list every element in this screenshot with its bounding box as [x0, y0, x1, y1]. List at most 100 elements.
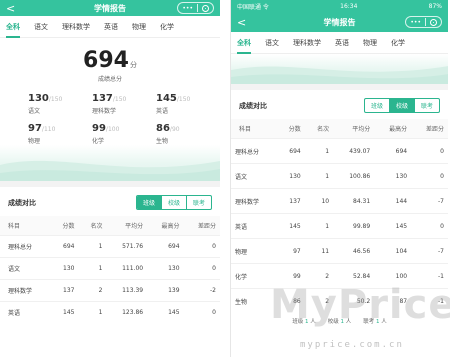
table-cell: 46.56	[333, 238, 375, 264]
table-cell: 1	[78, 235, 107, 258]
miniapp-capsule[interactable]: •••	[177, 2, 214, 14]
tab-physics[interactable]: 物理	[132, 18, 146, 36]
right-phone-screen: 中国联通 令 16:34 87% < 学情报告 ••• 全科 语文 理科数学 英…	[230, 0, 448, 357]
table-cell: 694	[374, 138, 412, 164]
tab-math[interactable]: 理科数学	[62, 18, 90, 36]
compare-header: 成绩对比 班级 校级 联考	[231, 90, 448, 119]
legend-value: 1	[376, 319, 380, 325]
subject-tabs: 全科 语文 理科数学 英语 物理 化学	[231, 32, 448, 54]
total-score-unit: 分	[129, 61, 137, 69]
table-cell: 0	[411, 213, 448, 239]
subject-score: 86/90 生物	[142, 123, 206, 145]
tab-physics[interactable]: 物理	[363, 34, 377, 52]
table-cell: 物理	[231, 238, 277, 264]
column-header: 平均分	[106, 216, 148, 236]
decorative-wave	[0, 145, 220, 181]
table-cell: -7	[411, 188, 448, 214]
battery-label: 87%	[428, 2, 442, 10]
table-cell: 0	[183, 257, 220, 280]
carrier-label: 中国联通 令	[237, 3, 269, 11]
table-cell: 11	[304, 238, 334, 264]
column-header: 平均分	[333, 119, 375, 139]
table-cell: -1	[411, 288, 448, 313]
tab-chinese[interactable]: 语文	[265, 34, 279, 52]
more-icon[interactable]: •••	[182, 5, 193, 12]
table-row: 物理 97 11 46.56 104 -7	[231, 238, 448, 264]
subject-name: 生物	[156, 138, 169, 145]
tab-chinese[interactable]: 语文	[34, 18, 48, 36]
close-icon[interactable]	[430, 18, 437, 26]
subject-name: 理科数学	[92, 108, 117, 115]
subject-score-value: 99	[92, 123, 106, 134]
legend-item: 班级 1 人	[292, 317, 316, 325]
subject-tabs: 全科 语文 理科数学 英语 物理 化学	[0, 16, 220, 38]
table-cell: 137	[276, 188, 305, 214]
back-icon[interactable]: <	[237, 17, 246, 28]
tab-english[interactable]: 英语	[104, 18, 118, 36]
more-icon[interactable]: •••	[410, 19, 421, 26]
total-score-block: 694分 成绩总分	[0, 38, 220, 83]
table-cell: 语文	[231, 163, 277, 189]
legend-label: 班级	[292, 319, 304, 325]
column-header: 名次	[304, 119, 334, 139]
subject-name: 英语	[156, 108, 169, 115]
compare-title: 成绩对比	[8, 198, 36, 207]
table-cell: 130	[50, 257, 79, 280]
back-icon[interactable]: <	[6, 3, 15, 14]
close-icon[interactable]	[202, 4, 209, 12]
column-header: 最高分	[147, 216, 184, 236]
table-cell: 111.00	[106, 257, 148, 280]
scope-class-button[interactable]: 班级	[365, 99, 389, 112]
column-header: 科目	[231, 119, 277, 139]
column-header: 分数	[50, 216, 79, 236]
wave-graphic	[0, 160, 220, 181]
scope-joint-button[interactable]: 联考	[185, 196, 211, 209]
table-cell: 130	[374, 163, 412, 189]
tab-math[interactable]: 理科数学	[293, 34, 321, 52]
table-row: 理科数学 137 10 84.31 144 -7	[231, 188, 448, 214]
table-cell: 理科总分	[231, 138, 277, 164]
tab-english[interactable]: 英语	[335, 34, 349, 52]
right-compare-section: 成绩对比 班级 校级 联考 科目 分数 名次 平均分 最高分 差距分 理科总分 …	[231, 90, 448, 329]
table-cell: 理科数学	[0, 279, 51, 302]
table-row: 理科总分 694 1 439.07 694 0	[231, 138, 448, 164]
tab-chemistry[interactable]: 化学	[160, 18, 174, 36]
scope-school-button[interactable]: 校级	[388, 99, 414, 112]
table-cell: 100.86	[333, 163, 375, 189]
legend-unit: 人	[381, 319, 387, 325]
column-header: 科目	[0, 216, 51, 236]
decorative-wave	[231, 54, 448, 84]
scope-school-button[interactable]: 校级	[160, 196, 186, 209]
subject-name: 语文	[28, 108, 41, 115]
subject-score-value: 97	[28, 123, 42, 134]
table-cell: 0	[411, 138, 448, 164]
total-score-label: 成绩总分	[97, 76, 122, 83]
table-cell: 139	[147, 279, 184, 302]
table-cell: 英语	[231, 213, 277, 239]
subject-score-full: /100	[105, 126, 120, 133]
table-header-row: 科目 分数 名次 平均分 最高分 差距分	[0, 216, 220, 236]
tab-all[interactable]: 全科	[6, 18, 20, 38]
left-compare-table: 科目 分数 名次 平均分 最高分 差距分 理科总分 694 1 571.76 6	[0, 216, 220, 323]
subject-score-full: /150	[112, 96, 127, 103]
subject-name: 化学	[92, 138, 105, 145]
scope-class-button[interactable]: 班级	[136, 196, 161, 209]
right-compare-table: 科目 分数 名次 平均分 最高分 差距分 理科总分 694 1 439.07 6	[231, 119, 448, 313]
left-phone-screen: < 学情报告 ••• 全科 语文 理科数学 英语 物理 化学 694分 成绩总分…	[0, 0, 220, 357]
table-row: 生物 86 2 50.2 87 -1	[231, 288, 448, 313]
tab-chemistry[interactable]: 化学	[391, 34, 405, 52]
table-cell: 0	[411, 163, 448, 189]
table-cell: 145	[50, 301, 79, 323]
table-cell: 694	[276, 138, 305, 164]
table-cell: 123.86	[106, 301, 148, 323]
legend-unit: 人	[310, 319, 316, 325]
scope-joint-button[interactable]: 联考	[413, 99, 439, 112]
table-cell: 生物	[231, 288, 277, 313]
compare-title: 成绩对比	[239, 101, 267, 110]
table-cell: 1	[304, 138, 334, 164]
screenshot-root: < 学情报告 ••• 全科 语文 理科数学 英语 物理 化学 694分 成绩总分…	[0, 0, 450, 357]
right-navbar: < 学情报告 •••	[231, 12, 448, 32]
total-score-value: 694	[83, 48, 129, 73]
miniapp-capsule[interactable]: •••	[405, 16, 442, 28]
tab-all[interactable]: 全科	[237, 34, 251, 54]
